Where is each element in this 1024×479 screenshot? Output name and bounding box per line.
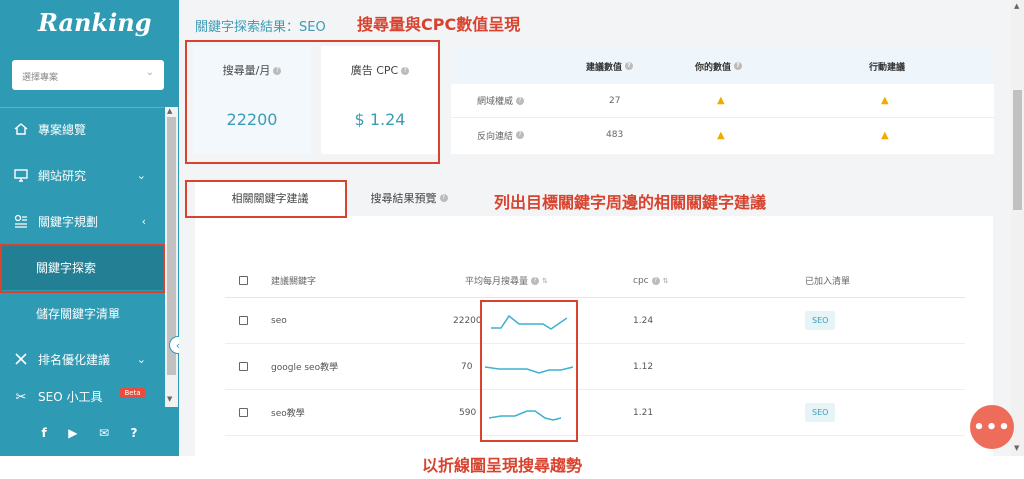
annotation-box-tab xyxy=(185,180,347,218)
annotation-middle: 列出目標關鍵字周邊的相關關鍵字建議 xyxy=(494,193,767,212)
facebook-icon[interactable]: f xyxy=(42,426,47,440)
column-header: 行動建議 xyxy=(869,62,906,73)
keyword-cell: google seo教學 xyxy=(271,363,339,373)
info-icon[interactable]: ? xyxy=(734,62,743,70)
project-select-placeholder: 選擇專案 xyxy=(22,73,59,83)
scroll-up-icon[interactable]: ▲ xyxy=(1014,2,1019,10)
keyword-cell: seo教學 xyxy=(271,409,305,419)
warning-icon: ▲ xyxy=(717,129,725,141)
sort-icon[interactable]: ⇅ xyxy=(663,277,669,285)
keyword-icon xyxy=(12,212,30,230)
sidebar-item-site-research[interactable]: 網站研究 ⌄ xyxy=(0,152,164,198)
scroll-down-icon[interactable]: ▼ xyxy=(167,395,172,403)
chevron-down-icon: ⌄ xyxy=(136,352,146,366)
info-icon[interactable]: ? xyxy=(625,62,634,70)
volume-cell: 590 xyxy=(459,407,477,418)
sidebar-subitem-saved-keywords[interactable]: 儲存關鍵字清單 xyxy=(0,290,164,336)
sidebar-item-label: SEO 小工具 xyxy=(38,390,103,404)
row-checkbox[interactable] xyxy=(239,408,248,417)
table-row: 反向連結? 483 ▲ ▲ xyxy=(451,118,994,152)
column-header: 已加入清單 xyxy=(805,277,851,287)
sidebar-item-label: 專案總覽 xyxy=(38,122,87,137)
page-scrollbar[interactable]: ▲ ▼ xyxy=(1011,0,1024,456)
cpc-cell: 1.12 xyxy=(633,361,654,372)
tab-serp-preview[interactable]: 搜尋結果預覽? xyxy=(359,180,459,216)
annotation-box-sidebar xyxy=(0,244,165,293)
app-logo[interactable]: Ranking xyxy=(38,8,151,37)
column-header: cpc xyxy=(633,275,649,286)
row-label: 反向連結 xyxy=(477,131,514,142)
volume-cell: 22200 xyxy=(453,315,482,326)
chevron-down-icon: ⌄ xyxy=(136,168,146,182)
authority-table-header: 建議數值? 你的數值? 行動建議 xyxy=(451,48,994,84)
chevron-down-icon: ⌄ xyxy=(145,67,154,78)
authority-table: 建議數值? 你的數值? 行動建議 網域權威? 27 ▲ ▲ 反向連結? 483 … xyxy=(451,48,994,154)
list-tag[interactable]: SEO xyxy=(805,311,836,330)
warning-icon: ▲ xyxy=(881,95,889,106)
annotation-top: 搜尋量與CPC數值呈現 xyxy=(357,15,521,34)
sidebar-item-label: 關鍵字規劃 xyxy=(38,214,99,229)
sidebar-scrollbar[interactable]: ▲ ▼ xyxy=(165,107,178,407)
column-header: 建議數值 xyxy=(586,62,623,73)
annotation-bottom: 以折線圖呈現搜尋趨勢 xyxy=(422,456,583,475)
list-tag[interactable]: SEO xyxy=(805,403,836,422)
info-icon[interactable]: ? xyxy=(439,194,448,202)
sidebar-item-overview[interactable]: 專案總覽 xyxy=(0,106,164,152)
suggested-value: 27 xyxy=(609,95,621,106)
info-icon[interactable]: ? xyxy=(651,276,660,285)
page-title: 關鍵字探索結果：SEO xyxy=(195,20,326,35)
suggested-value: 483 xyxy=(606,130,624,140)
volume-cell: 70 xyxy=(461,361,473,372)
table-row[interactable]: seo 22200 1.24 SEO xyxy=(225,298,965,344)
help-icon[interactable]: ? xyxy=(131,426,138,440)
select-all-checkbox[interactable] xyxy=(239,276,248,285)
monitor-icon xyxy=(12,166,30,184)
table-row[interactable]: seo教學 590 1.21 SEO xyxy=(225,390,965,436)
beta-badge: Beta xyxy=(120,388,145,398)
social-bar: f ▶ ✉ ? xyxy=(0,410,179,456)
warning-icon: ▲ xyxy=(881,129,889,141)
warning-icon: ▲ xyxy=(717,95,725,106)
cpc-cell: 1.24 xyxy=(633,315,654,326)
info-icon[interactable]: ? xyxy=(531,276,540,285)
row-checkbox[interactable] xyxy=(239,316,248,325)
page-scrollbar-thumb[interactable] xyxy=(1013,90,1022,210)
annotation-box-metrics xyxy=(185,40,440,164)
scroll-down-icon[interactable]: ▼ xyxy=(1014,444,1019,452)
sidebar-item-ranking-optimization[interactable]: 排名優化建議 ⌄ xyxy=(0,336,164,382)
line-icon[interactable]: ✉ xyxy=(99,426,109,440)
row-checkbox[interactable] xyxy=(239,362,248,371)
sidebar: Ranking 選擇專案 ⌄ 專案總覽 網站研究 ⌄ 關鍵字規劃 ‹ 關鍵字探索… xyxy=(0,0,179,456)
info-icon[interactable]: ? xyxy=(516,131,525,139)
column-header: 你的數值 xyxy=(695,62,732,73)
project-select[interactable]: 選擇專案 ⌄ xyxy=(12,60,164,90)
scroll-up-icon[interactable]: ▲ xyxy=(167,107,172,115)
app-root: Ranking 選擇專案 ⌄ 專案總覽 網站研究 ⌄ 關鍵字規劃 ‹ 關鍵字探索… xyxy=(0,0,1024,479)
row-label: 網域權威 xyxy=(477,97,514,107)
keyword-table-header: 建議關鍵字 平均每月搜尋量? ⇅ cpc? ⇅ 已加入清單 xyxy=(225,264,965,298)
chat-button[interactable]: ••• xyxy=(970,405,1014,449)
keyword-cell: seo xyxy=(271,315,287,326)
keyword-panel: 建議關鍵字 平均每月搜尋量? ⇅ cpc? ⇅ 已加入清單 seo 22200 1.… xyxy=(195,216,993,456)
sort-icon[interactable]: ⇅ xyxy=(542,277,548,285)
column-header: 平均每月搜尋量 xyxy=(465,277,529,287)
annotation-box-trend xyxy=(480,300,578,442)
chat-icon: ••• xyxy=(973,416,1011,438)
table-row: 網域權威? 27 ▲ ▲ xyxy=(451,84,994,118)
sidebar-subitem-label: 儲存關鍵字清單 xyxy=(36,306,121,321)
cpc-cell: 1.21 xyxy=(633,407,654,418)
home-icon xyxy=(12,120,30,138)
table-row[interactable]: google seo教學 70 1.12 xyxy=(225,344,965,390)
tab-label: 搜尋結果預覽 xyxy=(370,192,437,205)
sidebar-item-label: 網站研究 xyxy=(38,168,87,183)
info-icon[interactable]: ? xyxy=(516,96,525,105)
sidebar-item-keyword-planning[interactable]: 關鍵字規劃 ‹ xyxy=(0,198,164,244)
chevron-left-icon: ‹ xyxy=(141,214,146,228)
tools-icon xyxy=(12,350,30,368)
column-header: 建議關鍵字 xyxy=(271,277,317,287)
sidebar-item-seo-tools[interactable]: ✂ SEO 小工具 Beta xyxy=(0,388,164,410)
sidebar-item-label: 排名優化建議 xyxy=(38,352,111,367)
youtube-icon[interactable]: ▶ xyxy=(68,426,77,440)
tools-icon: ✂ xyxy=(15,389,27,405)
